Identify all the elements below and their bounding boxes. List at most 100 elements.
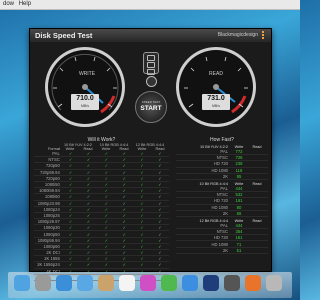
format-label: PAL [52,151,60,157]
check-icon: ✓ [104,212,109,218]
check-icon: ✓ [104,175,109,181]
check-icon: ✓ [122,200,127,206]
check-icon: ✓ [86,231,91,237]
format-label: 1080p60 [43,243,60,249]
how-fast-heading: How Fast? [210,137,234,143]
write-fps: 354 [235,229,243,235]
check-icon: ✓ [86,250,91,256]
check-icon: ✓ [104,225,109,231]
check-icon: ✓ [104,262,109,268]
calendar-icon[interactable] [119,275,135,291]
photoshop-icon[interactable] [203,275,219,291]
info-icon[interactable] [146,76,157,87]
check-icon: ✓ [158,243,162,249]
itunes-icon[interactable] [140,275,156,291]
check-icon: ✓ [68,212,73,218]
write-value: 710.0 [76,95,94,102]
check-icon: ✓ [68,243,73,249]
check-icon: ✓ [158,225,162,231]
format-label: HD 1080 [211,241,228,247]
check-icon: ✓ [104,231,109,237]
utorrent-icon[interactable] [161,275,177,291]
check-icon: ✓ [140,188,144,194]
format-label: 1080i60 [44,194,60,200]
write-fps: 238 [235,161,243,167]
format-label: NTSC [216,229,228,235]
brand-name: Blackmagicdesign [217,32,258,38]
format-label: HD 720 [213,235,228,241]
check-icon: ✓ [86,212,91,218]
check-icon: ✓ [104,219,109,225]
check-icon: ✓ [122,212,127,218]
firefox-icon[interactable] [245,275,261,291]
check-icon: ✓ [140,169,144,175]
write-fps: 85 [236,173,242,179]
check-icon: ✓ [86,151,91,157]
format-label: 720p60 [45,175,60,181]
check-icon: ✓ [140,175,144,181]
launchpad-icon[interactable] [35,275,51,291]
column-header: Read [252,218,262,223]
check-icon: ✓ [158,157,162,163]
check-icon: ✓ [104,237,109,243]
check-icon: ✓ [122,169,127,175]
check-icon: ✓ [104,151,109,157]
check-icon: ✓ [86,175,91,181]
check-icon: ✓ [140,243,144,249]
check-icon: ✓ [104,163,109,169]
format-label: 1080p50 [43,231,60,237]
write-fps: 118 [235,167,243,173]
check-icon: ✓ [158,188,162,194]
format-label: 1080i59.94 [39,188,60,194]
write-fps: 444 [235,186,243,192]
disk-speed-test-icon[interactable] [224,275,240,291]
how-fast-table: How Fast? 10 Bit YUV 4:2:2 Write Read PAL 77… [176,137,268,254]
check-icon: ✓ [68,250,73,256]
check-icon: ✓ [158,175,162,181]
finder-icon[interactable] [14,275,30,291]
write-fps: 71 [236,241,242,247]
menu-window[interactable]: dow [3,1,14,7]
check-icon: ✓ [68,151,73,157]
start-button[interactable]: SPEED TEST START [135,91,167,123]
format-label: NTSC [216,155,228,161]
menu-bar: dow Help [0,0,300,10]
write-fps: 532 [235,192,243,198]
format-label: NTSC [216,192,228,198]
format-label: 1080i50 [44,182,60,188]
check-icon: ✓ [158,212,162,218]
check-icon: ✓ [122,225,127,231]
read-gauge [176,47,256,127]
column-header: Read [252,181,262,186]
check-icon: ✓ [86,243,91,249]
format-label: NTSC [48,157,60,163]
check-icon: ✓ [140,250,144,256]
settings-icon[interactable] [143,52,159,75]
contacts-icon[interactable] [98,275,114,291]
check-icon: ✓ [68,188,73,194]
check-icon: ✓ [104,243,109,249]
format-label: 2K [222,173,228,179]
check-icon: ✓ [68,256,73,262]
check-icon: ✓ [104,206,109,212]
format-label: 2K 1556 [44,256,60,262]
check-icon: ✓ [104,256,109,262]
check-icon: ✓ [140,219,144,225]
trash-icon[interactable] [266,275,282,291]
format-label: 2K DCI [46,250,60,256]
mail-icon[interactable] [77,275,93,291]
check-icon: ✓ [104,169,109,175]
write-fps: 80 [236,204,242,210]
menu-help[interactable]: Help [19,1,31,7]
check-icon: ✓ [158,250,162,256]
safari-icon[interactable] [56,275,72,291]
check-icon: ✓ [86,194,91,200]
check-icon: ✓ [158,206,162,212]
check-icon: ✓ [68,231,73,237]
check-icon: ✓ [122,262,127,268]
check-icon: ✓ [104,157,109,163]
read-value: 731.0 [207,95,225,102]
app-store-icon[interactable] [182,275,198,291]
column-header: Read [252,145,262,149]
title-bar[interactable]: Disk Speed Test Blackmagicdesign [30,29,271,42]
